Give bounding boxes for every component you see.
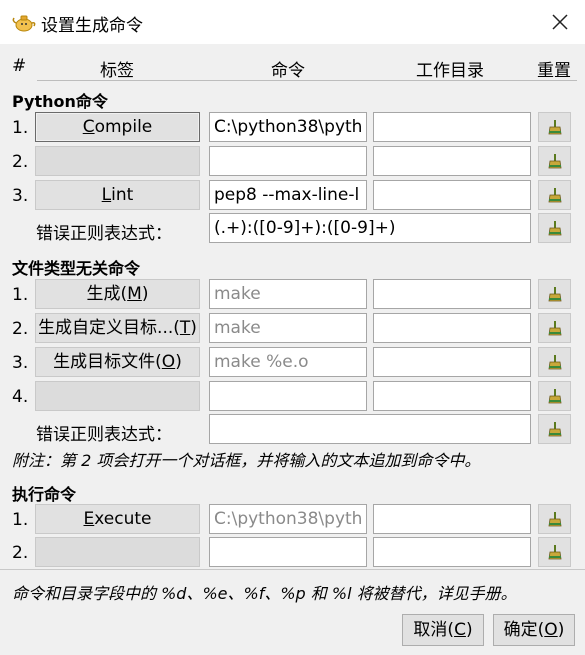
section-title-python: Python命令 <box>12 92 108 111</box>
workdir-input[interactable] <box>373 146 531 176</box>
command-input[interactable] <box>209 537 367 567</box>
section-title-independent: 文件类型无关命令 <box>12 259 141 278</box>
reset-button[interactable] <box>538 313 571 343</box>
app-teapot-icon <box>12 15 36 32</box>
label-button-custom-target[interactable]: 生成自定义目标...(T) <box>35 313 200 343</box>
row-number: 2. <box>12 543 29 563</box>
workdir-input[interactable] <box>373 381 531 411</box>
workdir-input[interactable] <box>373 347 531 377</box>
broom-icon <box>548 389 562 404</box>
reset-button[interactable] <box>538 180 571 210</box>
command-input[interactable] <box>209 146 367 176</box>
label-button-empty[interactable] <box>35 381 200 411</box>
section-title-execute: 执行命令 <box>12 485 77 504</box>
broom-icon <box>548 221 562 236</box>
label-button-empty[interactable] <box>35 146 200 176</box>
workdir-input[interactable] <box>373 180 531 210</box>
error-regex-input[interactable]: (.+):([0-9]+):([0-9]+) <box>209 213 531 243</box>
broom-icon <box>548 188 562 203</box>
command-input[interactable]: make <box>209 313 367 343</box>
reset-button[interactable] <box>538 146 571 176</box>
label-button-build[interactable]: 生成(M) <box>35 279 200 309</box>
row-number: 1. <box>12 510 29 530</box>
label-button-lint[interactable]: Lint <box>35 180 200 210</box>
label-button-empty[interactable] <box>35 537 200 567</box>
footer-note: 命令和目录字段中的 %d、%e、%f、%p 和 %l 将被替代，详见手册。 <box>12 584 517 603</box>
workdir-input[interactable] <box>373 279 531 309</box>
workdir-input[interactable] <box>373 537 531 567</box>
row-number: 4. <box>12 387 29 407</box>
broom-icon <box>548 545 562 560</box>
row-number: 1. <box>12 285 29 305</box>
reset-button[interactable] <box>538 347 571 377</box>
row-number: 2. <box>12 319 29 339</box>
command-input[interactable]: make %e.o <box>209 347 367 377</box>
broom-icon <box>548 355 562 370</box>
broom-icon <box>548 287 562 302</box>
header-label: 标签 <box>100 61 134 81</box>
broom-icon <box>548 422 562 437</box>
title-bar: 设置生成命令 <box>0 0 585 44</box>
workdir-input[interactable] <box>373 112 531 142</box>
label-button-object-file[interactable]: 生成目标文件(O) <box>35 347 200 377</box>
workdir-input[interactable] <box>373 504 531 534</box>
broom-icon <box>548 321 562 336</box>
cancel-button[interactable]: 取消(C) <box>402 614 484 646</box>
reset-button[interactable] <box>538 381 571 411</box>
command-input[interactable]: C:\python38\pyth <box>209 112 367 142</box>
header-workdir: 工作目录 <box>416 61 484 81</box>
command-input[interactable]: pep8 --max-line-l <box>209 180 367 210</box>
row-number: 3. <box>12 353 29 373</box>
reset-button[interactable] <box>538 537 571 567</box>
header-reset: 重置 <box>537 61 571 81</box>
header-divider <box>37 80 577 81</box>
reset-button[interactable] <box>538 279 571 309</box>
separator <box>0 569 585 570</box>
broom-icon <box>548 120 562 135</box>
command-input[interactable]: C:\python38\pyth <box>209 504 367 534</box>
header-command: 命令 <box>271 61 305 81</box>
row-number: 3. <box>12 186 29 206</box>
reset-button[interactable] <box>538 213 571 243</box>
row-number: 2. <box>12 152 29 172</box>
header-num: # <box>12 56 27 76</box>
window-title: 设置生成命令 <box>41 16 143 36</box>
ok-button[interactable]: 确定(O) <box>493 614 575 646</box>
workdir-input[interactable] <box>373 313 531 343</box>
error-regex-label: 错误正则表达式： <box>36 425 172 445</box>
error-regex-input[interactable] <box>209 414 531 444</box>
note-text: 附注：第 2 项会打开一个对话框，并将输入的文本追加到命令中。 <box>12 451 481 470</box>
reset-button[interactable] <box>538 504 571 534</box>
row-number: 1. <box>12 118 29 138</box>
label-button-compile[interactable]: Compile <box>35 112 200 142</box>
close-icon[interactable] <box>548 10 572 34</box>
command-input[interactable]: make <box>209 279 367 309</box>
reset-button[interactable] <box>538 414 571 444</box>
label-button-execute[interactable]: Execute <box>35 504 200 534</box>
broom-icon <box>548 154 562 169</box>
broom-icon <box>548 512 562 527</box>
reset-button[interactable] <box>538 112 571 142</box>
command-input[interactable] <box>209 381 367 411</box>
error-regex-label: 错误正则表达式： <box>36 224 172 244</box>
